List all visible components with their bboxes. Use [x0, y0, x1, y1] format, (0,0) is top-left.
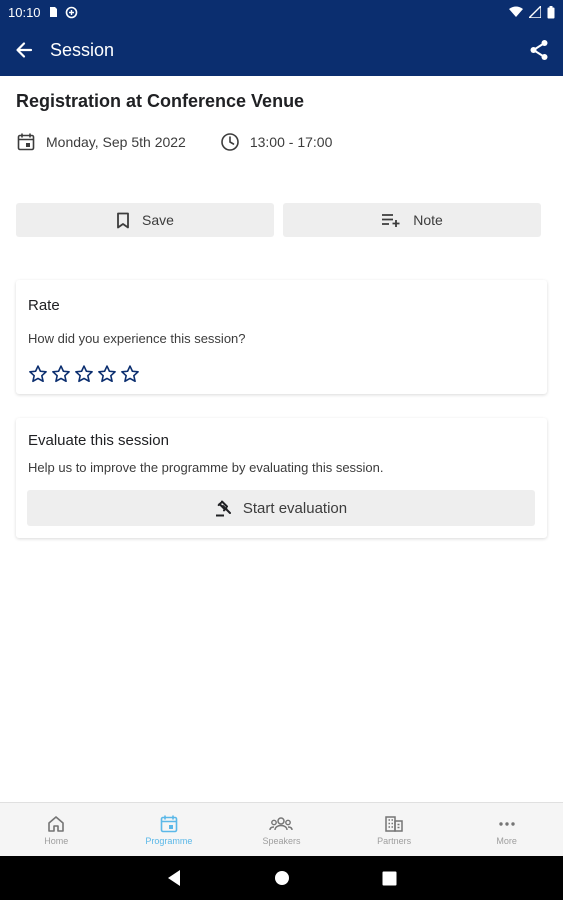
sd-card-icon — [47, 6, 59, 18]
nav-label-partners: Partners — [377, 835, 412, 846]
nav-item-partners[interactable]: Partners — [338, 803, 451, 856]
nav-label-more: More — [496, 835, 517, 846]
session-meta: Monday, Sep 5th 2022 13:00 - 17:00 — [16, 132, 366, 152]
save-button[interactable]: Save — [16, 203, 274, 237]
star-icon[interactable] — [51, 364, 71, 384]
star-rating — [28, 364, 140, 384]
speakers-icon — [269, 814, 294, 834]
nav-label-speakers: Speakers — [262, 835, 301, 846]
save-button-label: Save — [142, 212, 174, 228]
sync-status-icon — [65, 6, 78, 19]
star-icon[interactable] — [120, 364, 140, 384]
system-back-icon[interactable] — [166, 869, 182, 887]
bottom-navigation: Home Programme Speakers Partners More — [0, 802, 563, 856]
system-recents-icon[interactable] — [382, 871, 397, 886]
calendar-icon — [16, 132, 36, 152]
system-home-icon[interactable] — [274, 870, 290, 886]
star-icon[interactable] — [74, 364, 94, 384]
more-icon — [497, 814, 517, 834]
building-icon — [384, 814, 404, 834]
start-evaluation-label: Start evaluation — [242, 499, 348, 517]
star-icon[interactable] — [97, 364, 117, 384]
share-icon[interactable] — [529, 39, 549, 61]
nav-label-programme: Programme — [145, 835, 193, 846]
bookmark-icon — [116, 212, 130, 229]
nav-item-home[interactable]: Home — [0, 803, 113, 856]
back-arrow-icon[interactable] — [14, 40, 34, 60]
evaluate-card: Evaluate this session Help us to improve… — [16, 418, 547, 538]
session-date: Monday, Sep 5th 2022 — [16, 132, 186, 152]
status-right — [509, 5, 555, 19]
rate-card: Rate How did you experience this session… — [16, 280, 547, 394]
session-title: Registration at Conference Venue — [16, 91, 305, 111]
home-icon — [46, 814, 66, 834]
status-left: 10:10 — [8, 5, 78, 20]
calendar-icon — [159, 814, 179, 834]
nav-item-speakers[interactable]: Speakers — [225, 803, 338, 856]
signal-icon — [529, 6, 541, 18]
session-time: 13:00 - 17:00 — [220, 132, 333, 152]
rate-question: How did you experience this session? — [28, 331, 246, 346]
session-date-text: Monday, Sep 5th 2022 — [46, 134, 186, 150]
start-evaluation-button[interactable]: Start evaluation — [27, 490, 535, 526]
clock-icon — [220, 132, 240, 152]
app-bar: Session — [0, 24, 563, 76]
note-button[interactable]: Note — [283, 203, 541, 237]
note-button-label: Note — [413, 212, 443, 228]
wifi-icon — [509, 6, 523, 18]
page-title: Session — [50, 39, 115, 60]
status-bar: 10:10 — [0, 0, 563, 24]
nav-item-more[interactable]: More — [450, 803, 563, 856]
system-navigation-bar — [0, 856, 563, 900]
nav-label-home: Home — [44, 835, 69, 846]
playlist-add-icon — [381, 212, 401, 228]
evaluate-description: Help us to improve the programme by eval… — [28, 460, 384, 475]
battery-icon — [547, 5, 555, 19]
evaluate-heading: Evaluate this session — [28, 432, 169, 449]
main-content: Registration at Conference Venue Monday,… — [0, 76, 563, 802]
gavel-icon — [215, 499, 233, 517]
status-time: 10:10 — [8, 4, 41, 20]
nav-item-programme[interactable]: Programme — [113, 803, 226, 856]
star-icon[interactable] — [28, 364, 48, 384]
session-time-text: 13:00 - 17:00 — [249, 134, 333, 150]
rate-heading: Rate — [28, 297, 60, 314]
